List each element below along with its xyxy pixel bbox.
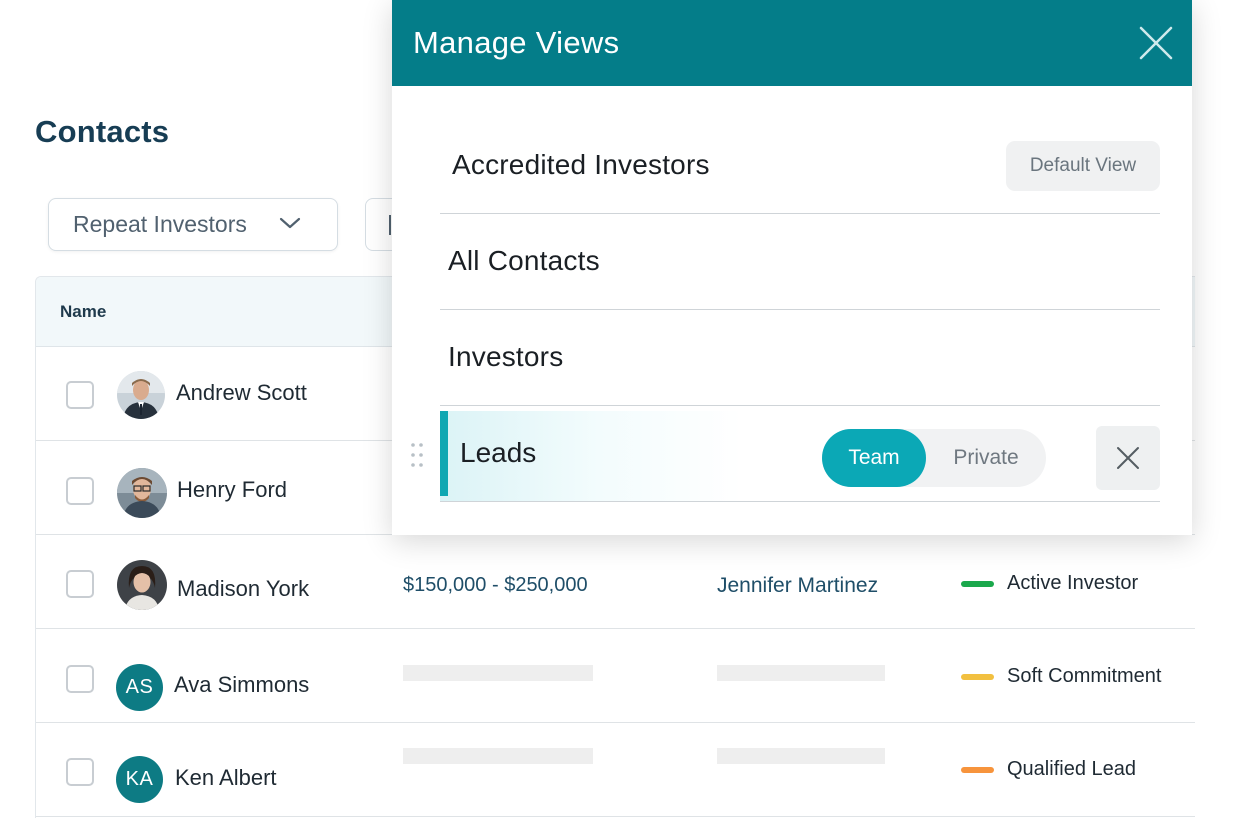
contact-name[interactable]: Henry Ford (177, 477, 287, 503)
modal-header: Manage Views (392, 0, 1192, 86)
column-header-name[interactable]: Name (60, 302, 106, 322)
row-checkbox[interactable] (66, 665, 94, 693)
status-label: Active Investor (1007, 572, 1139, 594)
view-label: Investors (448, 341, 564, 372)
avatar: AS (116, 664, 163, 711)
status-badge: Active Investor (961, 572, 1138, 595)
row-checkbox[interactable] (66, 477, 94, 505)
placeholder-owner (717, 665, 885, 681)
toggle-team[interactable]: Team (822, 429, 926, 487)
view-label: Accredited Investors (452, 149, 710, 180)
status-label: Qualified Lead (1007, 758, 1136, 780)
placeholder-amount (403, 748, 593, 764)
contact-name[interactable]: Ken Albert (175, 765, 277, 791)
contact-owner[interactable]: Jennifer Martinez (717, 574, 878, 598)
table-row[interactable]: KA Ken Albert Qualified Lead (36, 723, 1195, 817)
avatar: KA (116, 756, 163, 803)
view-item-all-contacts[interactable]: All Contacts (440, 214, 1160, 310)
row-checkbox[interactable] (66, 758, 94, 786)
close-icon (1117, 447, 1139, 469)
view-filter-dropdown[interactable]: Repeat Investors (48, 198, 338, 251)
row-checkbox[interactable] (66, 381, 94, 409)
placeholder-amount (403, 665, 593, 681)
chevron-down-icon (279, 217, 301, 229)
contact-name[interactable]: Ava Simmons (174, 672, 309, 698)
view-item-leads[interactable]: Leads Team Private (411, 411, 1160, 502)
visibility-toggle[interactable]: Team Private (822, 429, 1046, 487)
status-indicator (961, 580, 994, 587)
view-label: All Contacts (448, 245, 600, 276)
status-indicator (961, 766, 994, 773)
contact-name[interactable]: Madison York (177, 576, 309, 602)
view-item-accredited-investors[interactable]: Accredited Investors Default View (440, 118, 1160, 214)
active-view-indicator (440, 411, 448, 496)
table-row[interactable]: Madison York $150,000 - $250,000 Jennife… (36, 535, 1195, 629)
drag-handle-icon[interactable] (409, 441, 425, 469)
avatar (117, 468, 167, 518)
view-filter-value: Repeat Investors (73, 211, 247, 237)
modal-title: Manage Views (413, 25, 620, 60)
placeholder-owner (717, 748, 885, 764)
toggle-private[interactable]: Private (926, 429, 1046, 487)
status-indicator (961, 673, 994, 680)
status-label: Soft Commitment (1007, 665, 1162, 687)
remove-view-button[interactable] (1096, 426, 1160, 490)
contacts-page: Contacts Repeat Investors Name Andrew Sc… (0, 0, 1244, 818)
row-checkbox[interactable] (66, 570, 94, 598)
table-row[interactable]: AS Ava Simmons Soft Commitment (36, 629, 1195, 723)
investment-amount: $150,000 - $250,000 (403, 574, 588, 596)
view-label: Leads (460, 437, 537, 468)
manage-views-modal: Manage Views Accredited Investors Defaul… (392, 0, 1192, 535)
close-icon[interactable] (1138, 25, 1174, 61)
view-item-investors[interactable]: Investors (440, 310, 1160, 406)
status-badge: Soft Commitment (961, 665, 1161, 688)
contact-name[interactable]: Andrew Scott (176, 380, 307, 406)
status-badge: Qualified Lead (961, 758, 1136, 781)
default-view-badge: Default View (1006, 141, 1160, 191)
avatar (117, 560, 167, 610)
avatar (117, 371, 165, 419)
page-title: Contacts (35, 114, 170, 149)
filter-icon (389, 215, 391, 235)
